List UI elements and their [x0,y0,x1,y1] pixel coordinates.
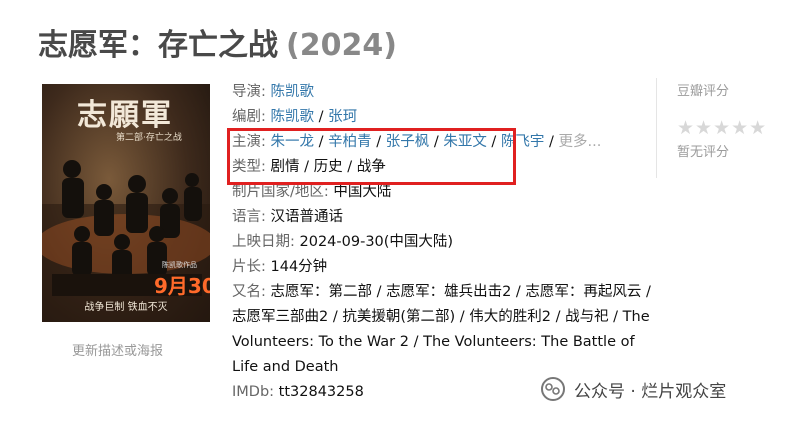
aka-label: 又名: [232,284,266,300]
release-row: 上映日期: 2024-09-30(中国大陆) [232,230,652,255]
language-row: 语言: 汉语普通话 [232,205,652,230]
wechat-official-account-icon [541,377,565,401]
poster-date-art: 9月30日 [154,274,210,298]
imdb-label: IMDb: [232,384,275,400]
aka-value: 志愿军：第二部 / 志愿军：雄兵出击2 / 志愿军：再起风云 / 志愿军三部曲2… [232,284,651,375]
director-row: 导演: 陈凯歌 [232,80,652,105]
movie-year: (2024) [286,28,397,63]
director-link[interactable]: 陈凯歌 [271,84,315,100]
poster-slogan-art: 战争巨制 铁血不灭 [84,302,168,313]
poster-title-art: 志願軍 [77,98,173,133]
no-rating-text: 暂无评分 [677,145,730,160]
runtime-value: 144分钟 [270,259,328,275]
region-value: 中国大陆 [333,184,392,200]
highlight-box [227,128,516,185]
runtime-row: 片长: 144分钟 [232,255,652,280]
rating-panel: 豆瓣评分 ★★★★★ 暂无评分 [656,78,800,178]
movie-poster[interactable]: 志願軍 第二部·存亡之战 陈凯歌作品 9月30日 战争巨制 铁血不灭 [42,84,210,322]
writer-link[interactable]: 陈凯歌 [271,109,315,125]
poster-subtitle-art: 第二部·存亡之战 [116,133,182,143]
director-label: 导演: [232,84,266,100]
writer-row: 编剧: 陈凯歌 / 张珂 [232,109,358,125]
poster-credit-art: 陈凯歌作品 [162,261,197,269]
release-label: 上映日期: [232,234,295,250]
watermark-text: 公众号 · 烂片观众室 [574,381,727,402]
cast-more-link[interactable]: 更多... [559,134,602,150]
aka-row: 又名: 志愿军：第二部 / 志愿军：雄兵出击2 / 志愿军：再起风云 / 志愿军… [232,280,652,380]
runtime-label: 片长: [232,259,266,275]
imdb-value: tt32843258 [278,384,364,400]
watermark: 公众号 · 烂片观众室 [540,374,726,404]
language-value: 汉语普通话 [270,209,344,225]
page-title: 志愿军：存亡之战 (2024) [38,20,397,64]
release-value: 2024-09-30(中国大陆) [299,234,454,250]
rating-label: 豆瓣评分 [677,84,730,99]
movie-title: 志愿军：存亡之战 [38,28,278,63]
star-rating-icon: ★★★★★ [677,117,768,139]
update-poster-link[interactable]: 更新描述或海报 [72,340,163,359]
writer-link[interactable]: 张珂 [328,109,357,125]
language-label: 语言: [232,209,266,225]
region-label: 制片国家/地区: [232,184,329,200]
writer-label: 编剧: [232,109,266,125]
